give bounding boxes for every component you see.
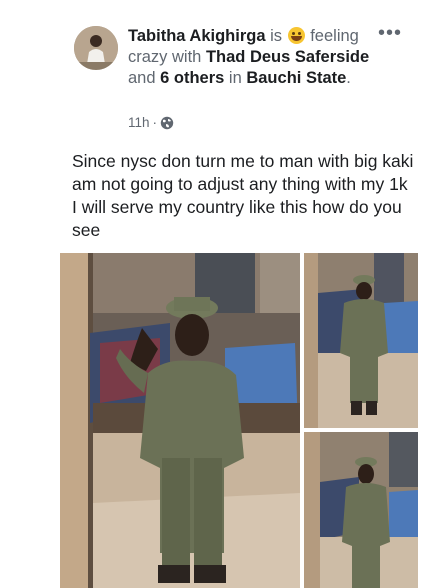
post-photo-bottom-right[interactable] [304,432,418,588]
photo-top-scene [304,253,418,428]
post-body: Since nysc don turn me to man with big k… [72,151,414,240]
post-photo-main[interactable] [60,253,300,588]
location-link[interactable]: Bauchi State [246,69,346,87]
post-header: Tabitha Akighirga is feeling crazy with … [128,26,378,89]
in-text: in [228,69,242,87]
more-options-button[interactable]: ••• [378,23,402,43]
photo-main-scene [60,253,300,588]
author-avatar[interactable] [74,26,118,70]
post-meta: 11h · [128,115,174,130]
header-period: . [346,69,351,87]
post-photo-top-right[interactable] [304,253,418,428]
photo-bottom-scene [304,432,418,588]
author-name[interactable]: Tabitha Akighirga [128,27,266,45]
post-time[interactable]: 11h [128,115,150,130]
and-text: and [128,69,156,87]
activity-prefix: is [270,27,283,45]
crazy-face-emoji-icon [287,27,305,44]
globe-icon[interactable] [160,116,174,130]
others-link[interactable]: 6 others [160,69,224,87]
avatar-person-icon [74,26,118,70]
meta-separator: · [152,115,158,130]
tagged-person-link[interactable]: Thad Deus Saferside [206,48,369,66]
